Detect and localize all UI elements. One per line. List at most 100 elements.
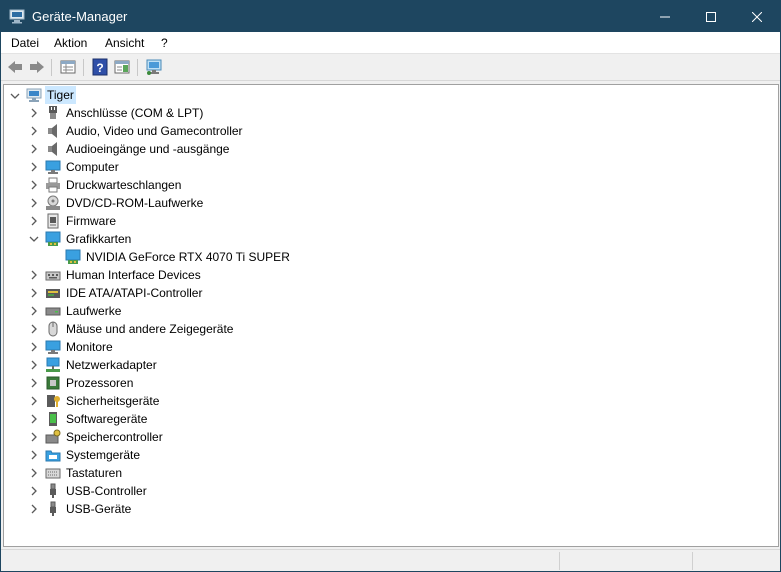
close-icon	[752, 11, 762, 22]
toolbar-separator	[137, 59, 138, 76]
storage-controller-icon	[45, 429, 61, 444]
tree-category-item[interactable]: Audioeingänge und -ausgänge	[66, 140, 229, 158]
tree-root-label[interactable]: Tiger	[45, 86, 76, 104]
menu-help[interactable]: ?	[161, 36, 168, 50]
tree-category-item[interactable]: Monitore	[66, 338, 113, 356]
tree-category-item[interactable]: IDE ATA/ATAPI-Controller	[66, 284, 202, 302]
chevron-right-icon[interactable]	[29, 486, 39, 496]
chevron-right-icon[interactable]	[29, 288, 39, 298]
chevron-right-icon[interactable]	[29, 360, 39, 370]
keyboard-icon	[45, 468, 61, 479]
toolbar-separator	[51, 59, 52, 76]
usb-icon	[50, 501, 56, 516]
forward-arrow-icon[interactable]	[28, 58, 46, 76]
chevron-down-icon[interactable]	[29, 234, 39, 244]
device-tree[interactable]: Tiger Anschlüsse (COM & LPT) Audio, Video…	[3, 84, 779, 547]
toolbar-separator	[83, 59, 84, 76]
status-divider	[559, 552, 560, 570]
firmware-icon	[47, 213, 59, 229]
chevron-right-icon[interactable]	[29, 504, 39, 514]
tree-category-item[interactable]: DVD/CD-ROM-Laufwerke	[66, 194, 203, 212]
tree-category-item[interactable]: Computer	[66, 158, 119, 176]
cpu-icon	[46, 376, 60, 390]
display-adapter-icon	[45, 231, 61, 246]
tree-category-item[interactable]: Human Interface Devices	[66, 266, 201, 284]
tree-category-item[interactable]: USB-Controller	[66, 482, 147, 500]
network-icon	[46, 357, 60, 372]
tree-category-item[interactable]: Softwaregeräte	[66, 410, 147, 428]
chevron-right-icon[interactable]	[29, 198, 39, 208]
minimize-button[interactable]	[642, 1, 688, 32]
tree-device-item[interactable]: NVIDIA GeForce RTX 4070 Ti SUPER	[86, 248, 290, 266]
scan-hardware-icon[interactable]	[145, 58, 163, 76]
tree-category-item[interactable]: USB-Geräte	[66, 500, 131, 518]
tree-category-item[interactable]: Firmware	[66, 212, 116, 230]
tree-category-item[interactable]: Systemgeräte	[66, 446, 140, 464]
printer-icon	[46, 177, 60, 193]
tree-category-item[interactable]: Audio, Video und Gamecontroller	[66, 122, 243, 140]
chevron-right-icon[interactable]	[29, 450, 39, 460]
security-key-icon	[47, 395, 60, 407]
usb-icon	[50, 483, 56, 498]
chevron-right-icon[interactable]	[29, 270, 39, 280]
back-arrow-icon[interactable]	[6, 58, 24, 76]
chevron-right-icon[interactable]	[29, 468, 39, 478]
menu-aktion[interactable]: Aktion	[54, 36, 87, 50]
window-title: Geräte-Manager	[32, 9, 128, 24]
tree-category-item[interactable]: Grafikkarten	[66, 230, 131, 248]
chevron-right-icon[interactable]	[29, 414, 39, 424]
chevron-right-icon[interactable]	[29, 396, 39, 406]
chevron-right-icon[interactable]	[29, 162, 39, 172]
chevron-right-icon[interactable]	[29, 432, 39, 442]
system-folder-icon	[45, 450, 61, 462]
svg-text:?: ?	[96, 61, 103, 75]
speaker-icon	[48, 124, 57, 138]
menu-datei[interactable]: Datei	[11, 36, 39, 50]
toolbar: ?	[1, 54, 780, 81]
tree-category-item[interactable]: Speichercontroller	[66, 428, 163, 446]
device-manager-window: Geräte-Manager Datei Aktion Ansicht ? ? …	[0, 0, 781, 572]
maximize-button[interactable]	[688, 1, 734, 32]
device-manager-app-icon	[9, 9, 25, 24]
disk-drive-icon	[45, 307, 61, 316]
status-divider	[692, 552, 693, 570]
chevron-right-icon[interactable]	[29, 144, 39, 154]
chevron-right-icon[interactable]	[29, 180, 39, 190]
tree-category-item[interactable]: Sicherheitsgeräte	[66, 392, 159, 410]
chevron-right-icon[interactable]	[29, 378, 39, 388]
minimize-icon	[660, 16, 670, 17]
port-icon	[49, 106, 57, 119]
monitor-icon	[45, 340, 61, 354]
chevron-down-icon[interactable]	[10, 91, 20, 101]
chevron-right-icon[interactable]	[29, 306, 39, 316]
tree-category-item[interactable]: Laufwerke	[66, 302, 121, 320]
menu-bar: Datei Aktion Ansicht ?	[1, 32, 780, 54]
tree-category-item[interactable]: Prozessoren	[66, 374, 133, 392]
monitor-icon	[45, 160, 61, 174]
title-bar[interactable]: Geräte-Manager	[1, 1, 780, 32]
properties-view-icon[interactable]	[59, 58, 77, 76]
tree-category-item[interactable]: Anschlüsse (COM & LPT)	[66, 104, 203, 122]
computer-root-icon	[26, 88, 42, 102]
maximize-icon	[706, 11, 716, 22]
status-bar	[1, 549, 780, 571]
close-button[interactable]	[734, 1, 780, 32]
ide-controller-icon	[46, 289, 60, 298]
tree-category-item[interactable]: Netzwerkadapter	[66, 356, 157, 374]
display-adapter-icon	[65, 249, 81, 264]
menu-ansicht[interactable]: Ansicht	[105, 36, 144, 50]
action-pane-icon[interactable]	[113, 58, 131, 76]
speaker-icon	[48, 142, 57, 156]
tree-category-item[interactable]: Tastaturen	[66, 464, 122, 482]
chevron-right-icon[interactable]	[29, 324, 39, 334]
help-icon[interactable]: ?	[91, 58, 109, 76]
chevron-right-icon[interactable]	[29, 216, 39, 226]
chevron-right-icon[interactable]	[29, 342, 39, 352]
software-device-icon	[49, 412, 57, 426]
chevron-right-icon[interactable]	[29, 108, 39, 118]
mouse-icon	[48, 321, 58, 337]
chevron-right-icon[interactable]	[29, 126, 39, 136]
hid-icon	[45, 271, 61, 281]
tree-category-item[interactable]: Druckwarteschlangen	[66, 176, 181, 194]
tree-category-item[interactable]: Mäuse und andere Zeigegeräte	[66, 320, 233, 338]
